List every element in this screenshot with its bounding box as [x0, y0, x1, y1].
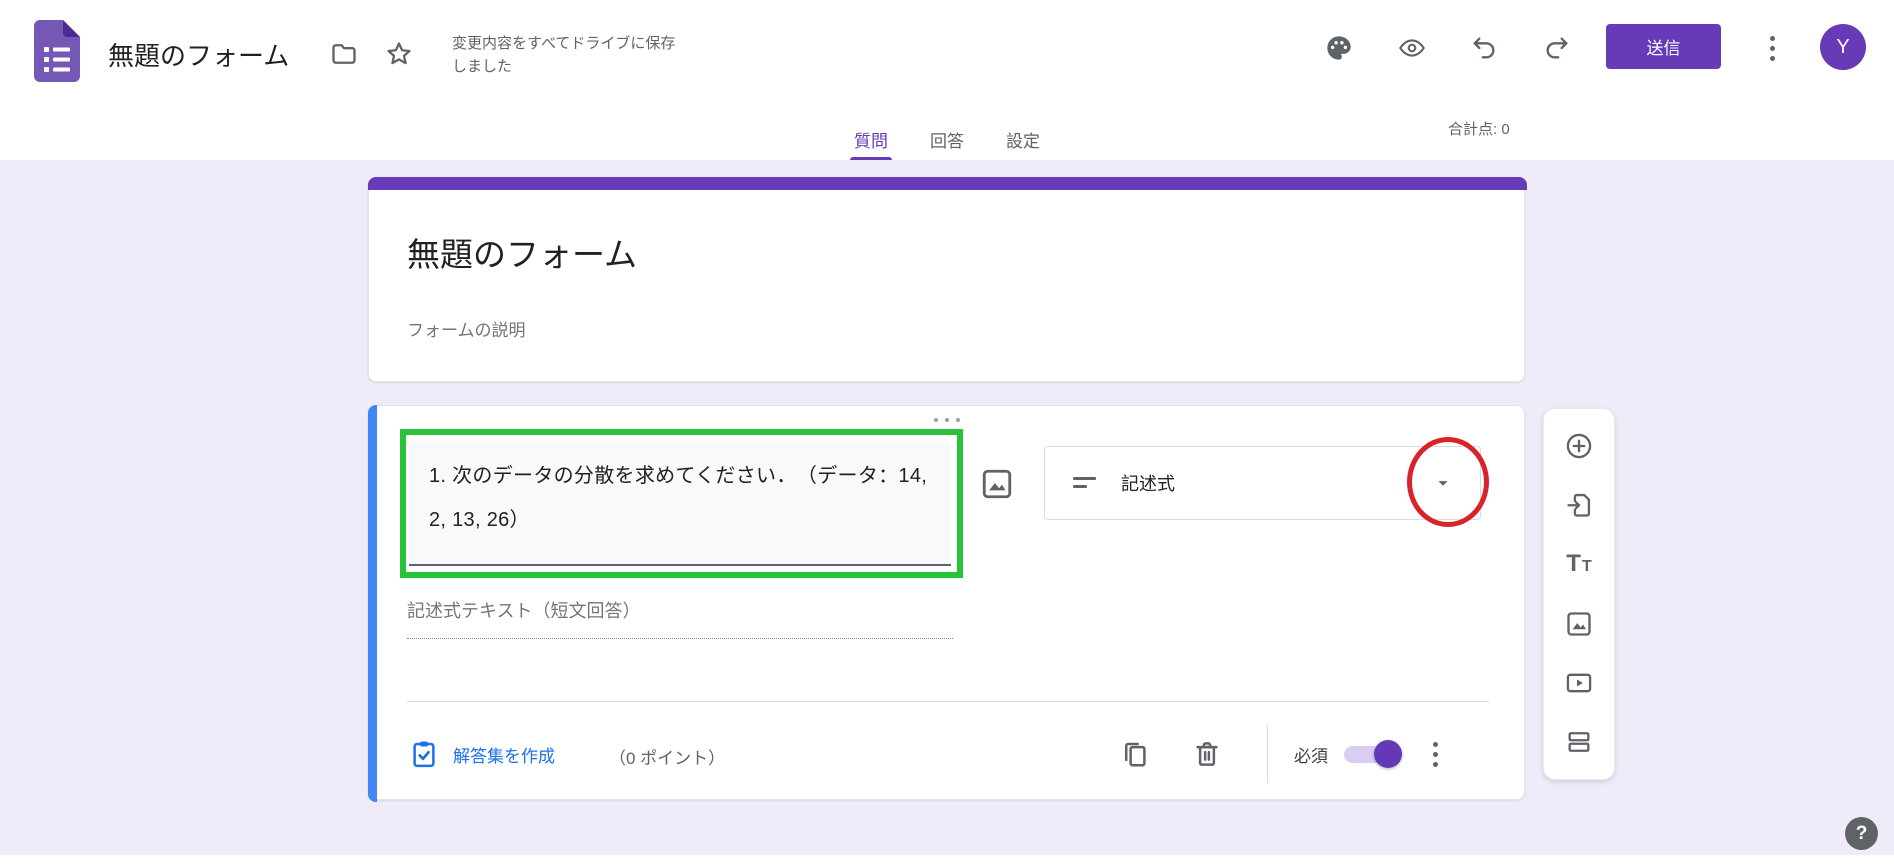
form-title-input[interactable]: 無題のフォーム: [407, 228, 637, 276]
header-more-options-button[interactable]: [1758, 32, 1786, 64]
star-button[interactable]: [382, 37, 416, 71]
theme-color-bar: [368, 177, 1527, 190]
folder-icon: [330, 40, 358, 68]
question-text: 1. 次のデータの分散を求めてください． （データ：14, 2, 13, 26）: [429, 454, 931, 542]
points-label: （0 ポイント）: [609, 744, 725, 769]
tab-questions[interactable]: 質問: [846, 108, 896, 160]
answer-preview-placeholder: 記述式テキスト（短文回答）: [407, 597, 640, 623]
drag-dot: [956, 418, 960, 422]
image-icon: [1565, 610, 1593, 638]
question-text-input[interactable]: 1. 次のデータの分散を求めてください． （データ：14, 2, 13, 26）: [409, 441, 951, 566]
drag-dot: [934, 418, 938, 422]
add-question-button[interactable]: [1564, 431, 1594, 461]
question-type-select[interactable]: 記述式: [1044, 446, 1481, 520]
image-icon: [980, 467, 1014, 501]
eye-icon: [1398, 34, 1426, 62]
side-toolbar: TT: [1543, 408, 1615, 780]
google-forms-logo-icon[interactable]: [34, 20, 80, 82]
question-type-label: 記述式: [1121, 470, 1175, 496]
trash-icon: [1192, 739, 1222, 769]
preview-button[interactable]: [1397, 33, 1427, 63]
toggle-knob: [1374, 740, 1402, 768]
question-more-options-button[interactable]: [1420, 736, 1450, 772]
add-question-image-button[interactable]: [977, 464, 1017, 504]
redo-button[interactable]: [1542, 33, 1572, 63]
add-circle-icon: [1565, 432, 1593, 460]
palette-icon: [1325, 34, 1353, 62]
question-actions: 必須: [1117, 724, 1450, 784]
question-drag-handle[interactable]: [369, 418, 1524, 422]
required-label: 必須: [1294, 742, 1328, 767]
active-question-accent-bar: [368, 405, 377, 802]
answer-key-checkbox-icon: [409, 738, 439, 770]
add-image-button[interactable]: [1564, 609, 1594, 639]
required-toggle[interactable]: [1342, 740, 1402, 768]
question-card: 1. 次のデータの分散を求めてください． （データ：14, 2, 13, 26）…: [368, 405, 1525, 800]
tab-responses[interactable]: 回答: [922, 108, 972, 160]
google-forms-editor: 無題のフォーム 変更内容をすべてドライブに保存しました: [0, 0, 1894, 865]
video-icon: [1565, 669, 1593, 697]
duplicate-question-button[interactable]: [1117, 736, 1153, 772]
drag-dot: [945, 418, 949, 422]
import-questions-icon: [1565, 491, 1593, 519]
answer-key-label: 解答集を作成: [453, 742, 555, 767]
app-header: 無題のフォーム 変更内容をすべてドライブに保存しました: [0, 0, 1894, 160]
section-icon: [1565, 728, 1593, 756]
chevron-down-icon[interactable]: [1432, 472, 1454, 494]
saved-status-text[interactable]: 変更内容をすべてドライブに保存しました: [452, 32, 677, 79]
tab-bar: 質問 回答 設定: [0, 108, 1894, 160]
star-icon: [384, 39, 414, 69]
kebab-menu-icon: [1770, 36, 1775, 61]
answer-preview-underline: [407, 638, 953, 639]
undo-icon: [1470, 34, 1498, 62]
answer-key-button[interactable]: 解答集を作成: [409, 728, 555, 780]
tab-settings[interactable]: 設定: [998, 108, 1048, 160]
undo-button[interactable]: [1469, 33, 1499, 63]
delete-question-button[interactable]: [1189, 736, 1225, 772]
import-questions-button[interactable]: [1564, 490, 1594, 520]
form-description-input[interactable]: フォームの説明: [407, 316, 526, 341]
kebab-menu-icon: [1433, 742, 1438, 767]
add-video-button[interactable]: [1564, 668, 1594, 698]
move-to-folder-button[interactable]: [328, 38, 360, 70]
text-title-icon: TT: [1566, 550, 1591, 578]
send-button[interactable]: 送信: [1606, 24, 1721, 69]
header-form-title[interactable]: 無題のフォーム: [108, 36, 289, 73]
question-footer-divider: [407, 701, 1489, 702]
short-answer-icon: [1073, 474, 1097, 492]
account-avatar[interactable]: Y: [1820, 24, 1866, 70]
duplicate-icon: [1120, 739, 1150, 769]
actions-divider: [1267, 725, 1268, 783]
add-title-description-button[interactable]: TT: [1564, 549, 1594, 579]
help-button[interactable]: ?: [1845, 817, 1878, 850]
customize-theme-button[interactable]: [1324, 33, 1354, 63]
add-section-button[interactable]: [1564, 727, 1594, 757]
redo-icon: [1543, 34, 1571, 62]
total-points-label: 合計点: 0: [1448, 118, 1510, 139]
form-title-card: 無題のフォーム フォームの説明: [368, 177, 1525, 382]
